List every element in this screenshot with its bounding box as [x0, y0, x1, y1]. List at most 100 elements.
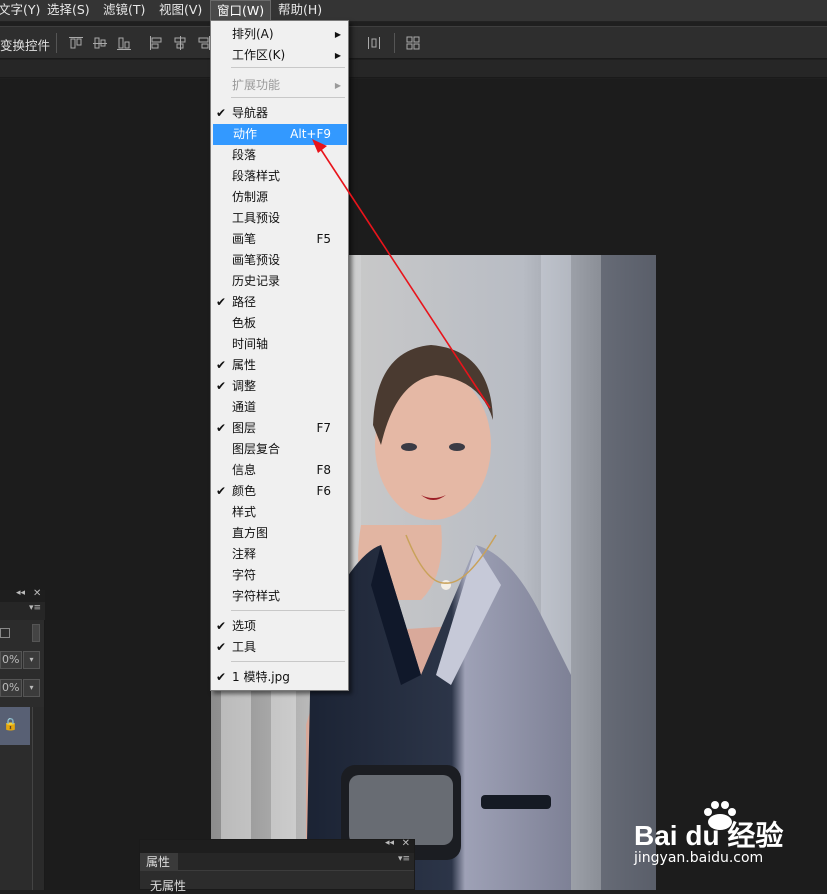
menu-item[interactable]: 工具预设: [212, 208, 347, 229]
menu-item[interactable]: 直方图: [212, 523, 347, 544]
close-icon[interactable]: ✕: [402, 838, 410, 849]
menu-item[interactable]: 排列(A) ▶: [212, 24, 347, 45]
menu-window[interactable]: 窗口(W): [210, 0, 272, 22]
panel-header: ◂◂ ✕: [140, 838, 414, 853]
collapse-icon[interactable]: ◂◂: [16, 588, 25, 598]
menu-divider: [231, 97, 345, 98]
options-bar: 变换控件: [0, 26, 827, 59]
menu-item-shortcut: F6: [316, 484, 331, 498]
menu-item-shortcut: F5: [316, 232, 331, 246]
menu-item-label: 画笔: [232, 232, 257, 246]
menu-item-label: 1 模特.jpg: [232, 670, 290, 684]
fill-field[interactable]: 0%: [0, 679, 22, 697]
menu-item[interactable]: ✔ 工具: [212, 637, 347, 658]
auto-align-icon[interactable]: [405, 35, 421, 51]
menu-item[interactable]: 段落: [212, 145, 347, 166]
menu-item[interactable]: ✔ 导航器: [212, 103, 347, 124]
align-top-icon[interactable]: [68, 35, 84, 51]
menu-item[interactable]: ✔ 路径: [212, 292, 347, 313]
checkmark-icon: ✔: [216, 619, 227, 633]
scrollbar[interactable]: [32, 624, 40, 642]
properties-panel: ◂◂ ✕ 属性 ▾≡ 无属性: [139, 838, 415, 893]
menu-item-label: 字符样式: [232, 589, 281, 603]
menu-item-label: 样式: [232, 505, 257, 519]
menu-help[interactable]: 帮助(H): [272, 0, 328, 22]
menu-item[interactable]: 动作 Alt+F9: [213, 124, 347, 145]
menu-item-label: 画笔预设: [232, 253, 281, 267]
submenu-arrow-icon: ▶: [334, 81, 341, 90]
watermark-brand: Bai du 经验: [634, 820, 784, 851]
menu-item[interactable]: 历史记录: [212, 271, 347, 292]
document-tab-strip: [0, 60, 827, 78]
menu-item-shortcut: F8: [316, 463, 331, 477]
watermark-url: jingyan.baidu.com: [634, 850, 764, 866]
lock-icon: 🔒: [3, 717, 18, 731]
menu-item-label: 扩展功能: [232, 78, 281, 92]
align-horizontal-center-icon[interactable]: [172, 35, 188, 51]
no-properties-text: 无属性: [150, 879, 187, 893]
opacity-dropdown-icon[interactable]: ▾: [23, 651, 40, 669]
menu-item[interactable]: 信息 F8: [212, 460, 347, 481]
window-dropdown-menu: 排列(A) ▶ 工作区(K) ▶ 扩展功能 ▶ ✔ 导航器 动作 Alt+F9 段落 段落样式 仿制源工…: [210, 20, 349, 691]
distribute-horizontal-icon[interactable]: [366, 35, 382, 51]
menu-item-label: 历史记录: [232, 274, 281, 288]
menu-filter[interactable]: 滤镜(T): [97, 0, 151, 22]
menu-item-label: 工作区(K): [232, 48, 286, 62]
menu-item[interactable]: 画笔预设: [212, 250, 347, 271]
menu-item-label: 工具预设: [232, 211, 281, 225]
submenu-arrow-icon: ▶: [334, 51, 341, 60]
menu-item[interactable]: 扩展功能 ▶: [212, 75, 347, 96]
menu-item-label: 注释: [232, 547, 257, 561]
checkmark-icon: ✔: [216, 295, 227, 309]
align-bottom-icon[interactable]: [116, 35, 132, 51]
panel-menu-icon[interactable]: ▾≡: [398, 854, 410, 864]
panel-tab-row: 属性 ▾≡: [140, 853, 414, 871]
menu-select[interactable]: 选择(S): [41, 0, 96, 22]
layer-row[interactable]: 🔒: [0, 707, 30, 745]
menu-item-label: 属性: [232, 358, 257, 372]
checkmark-icon: ✔: [216, 379, 227, 393]
menu-item[interactable]: 字符样式: [212, 586, 347, 607]
menu-item[interactable]: 色板: [212, 313, 347, 334]
layers-scrollbar[interactable]: [32, 707, 44, 890]
menu-item[interactable]: ✔ 属性: [212, 355, 347, 376]
menu-item-shortcut: Alt+F9: [290, 127, 331, 141]
menu-item[interactable]: ✔ 图层 F7: [212, 418, 347, 439]
menu-view[interactable]: 视图(V): [153, 0, 208, 22]
menu-type[interactable]: 文字(Y): [0, 0, 46, 22]
menu-item[interactable]: 段落样式: [212, 166, 347, 187]
menu-item-label: 通道: [232, 400, 257, 414]
menu-item-label: 调整: [232, 379, 257, 393]
menu-item[interactable]: ✔ 1 模特.jpg: [212, 667, 347, 688]
menu-item[interactable]: 画笔 F5: [212, 229, 347, 250]
collapse-icon[interactable]: ◂◂: [385, 838, 394, 848]
menu-item-label: 导航器: [232, 106, 269, 120]
menu-item[interactable]: 工作区(K) ▶: [212, 45, 347, 66]
menu-item[interactable]: 样式: [212, 502, 347, 523]
menu-item[interactable]: ✔ 调整: [212, 376, 347, 397]
panel-menu-icon[interactable]: ▾≡: [29, 603, 41, 613]
menu-item[interactable]: 通道: [212, 397, 347, 418]
menu-item[interactable]: ✔ 颜色 F6: [212, 481, 347, 502]
transform-controls-label[interactable]: 变换控件: [0, 35, 50, 54]
copy-icon[interactable]: [0, 628, 10, 638]
menu-item[interactable]: 注释: [212, 544, 347, 565]
menu-item-label: 选项: [232, 619, 257, 633]
menu-item[interactable]: 仿制源: [212, 187, 347, 208]
menu-item[interactable]: 时间轴: [212, 334, 347, 355]
menu-item-label: 色板: [232, 316, 257, 330]
menu-item[interactable]: 图层复合: [212, 439, 347, 460]
fill-dropdown-icon[interactable]: ▾: [23, 679, 40, 697]
align-vertical-center-icon[interactable]: [92, 35, 108, 51]
menu-item-label: 动作: [233, 127, 258, 141]
align-left-icon[interactable]: [148, 35, 164, 51]
tab-properties[interactable]: 属性: [140, 853, 178, 871]
menu-divider: [231, 661, 345, 662]
menu-item[interactable]: ✔ 选项: [212, 616, 347, 637]
baidu-watermark: Bai du 经验 jingyan.baidu.com: [632, 800, 812, 870]
menu-item[interactable]: 字符: [212, 565, 347, 586]
close-icon[interactable]: ✕: [33, 588, 41, 599]
opacity-field[interactable]: 0%: [0, 651, 22, 669]
separator: [394, 33, 395, 53]
menu-item-label: 段落: [232, 148, 257, 162]
